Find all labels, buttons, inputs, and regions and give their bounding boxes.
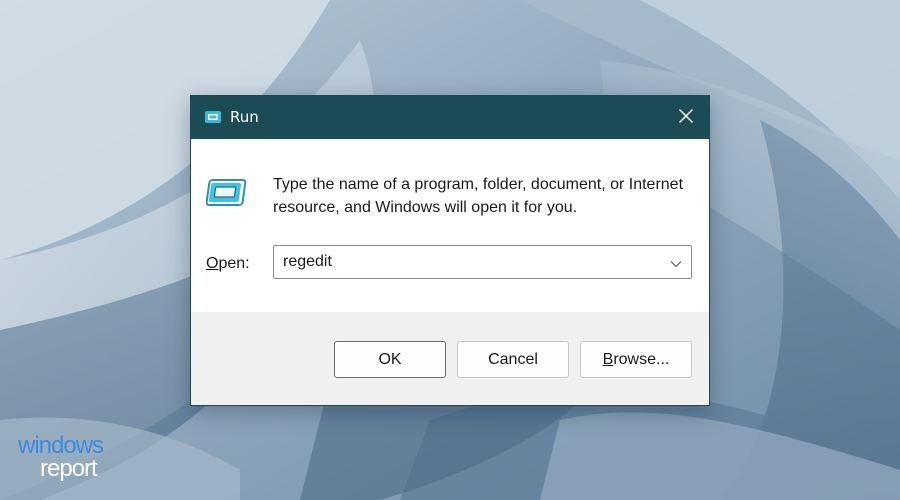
open-label: Open: [206,254,250,274]
open-label-mnemonic: O [206,255,219,272]
open-label-rest: pen: [218,255,250,272]
close-button[interactable] [663,96,709,139]
windows-report-logo: windows report [18,433,138,485]
button-bar: OK Cancel Browse... [191,312,709,405]
open-combobox[interactable] [273,245,692,279]
chevron-down-icon [670,253,682,272]
run-icon [205,178,248,212]
browse-label-rest: rowse... [613,350,670,368]
open-input[interactable] [274,246,659,278]
title-bar[interactable]: Run [191,96,709,139]
logo-line-2: report [40,455,98,482]
run-dialog: Run Type the name of a program, folder, … [190,95,710,406]
close-icon [679,108,693,127]
browse-button[interactable]: Browse... [580,341,692,378]
dialog-content: Type the name of a program, folder, docu… [191,139,709,312]
instruction-text: Type the name of a program, folder, docu… [273,176,684,216]
browse-mnemonic: B [602,350,614,368]
window-title: Run [230,108,259,126]
browse-button-label: Browse... [603,351,670,369]
run-icon [204,109,222,129]
cancel-button[interactable]: Cancel [457,341,569,378]
dropdown-button[interactable] [661,246,691,278]
ok-button[interactable]: OK [334,341,446,378]
